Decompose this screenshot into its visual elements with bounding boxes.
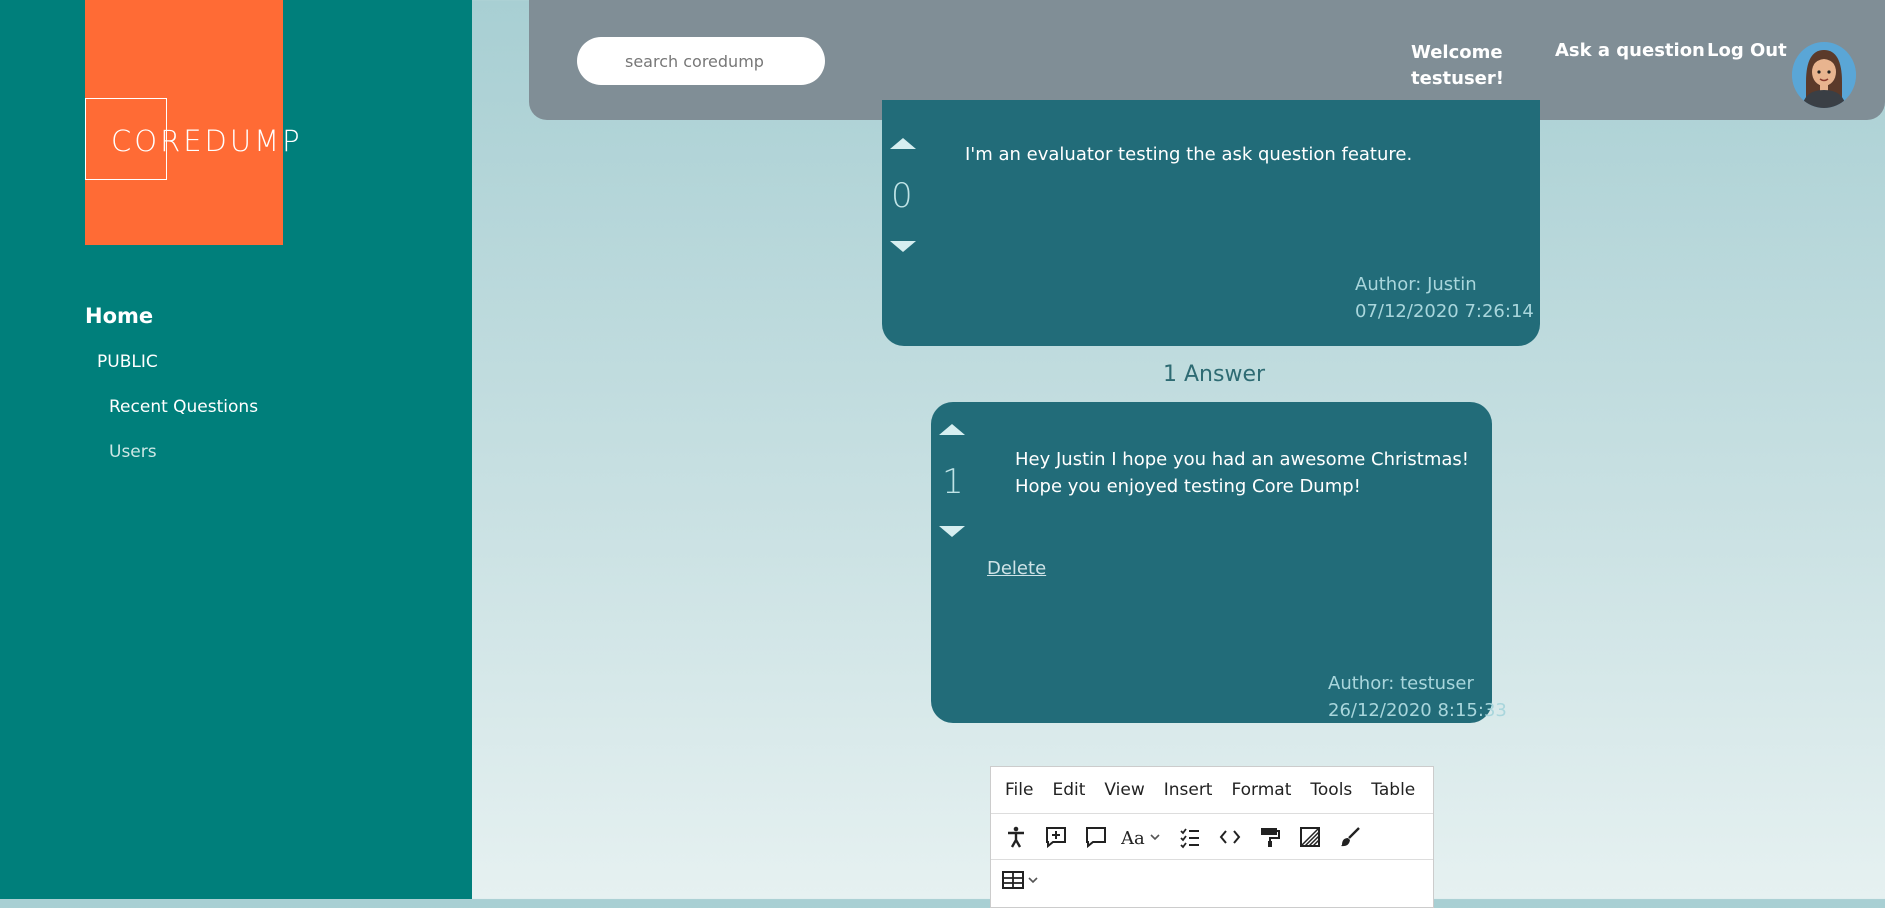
question-body: I'm an evaluator testing the ask questio… [965,144,1413,165]
welcome-line-1: Welcome [1411,42,1503,63]
svg-text:Aa: Aa [1121,828,1145,849]
menu-insert[interactable]: Insert [1164,780,1213,800]
editor-toolbar: Aa [991,814,1433,860]
ask-question-link[interactable]: Ask a question [1555,40,1705,61]
rich-text-editor[interactable]: File Edit View Insert Format Tools Table… [990,766,1434,908]
menu-edit[interactable]: Edit [1052,780,1085,800]
nav-users[interactable]: Users [109,442,157,462]
nav-recent-questions[interactable]: Recent Questions [109,397,258,417]
text-style-icon[interactable]: Aa [1121,822,1165,852]
add-comment-icon[interactable] [1041,822,1071,852]
menu-view[interactable]: View [1104,780,1144,800]
brush-icon[interactable] [1335,822,1365,852]
question-score: 0 [891,176,913,216]
menu-table[interactable]: Table [1371,780,1415,800]
menu-format[interactable]: Format [1231,780,1291,800]
menu-tools[interactable]: Tools [1310,780,1352,800]
log-out-link[interactable]: Log Out [1707,40,1787,61]
welcome-line-2: testuser! [1411,68,1504,89]
answer-author: Author: testuser [1328,673,1474,694]
upvote-icon[interactable] [890,138,916,149]
editor-toolbar-2 [991,860,1433,900]
delete-link[interactable]: Delete [987,558,1046,579]
question-card: 0 I'm an evaluator testing the ask quest… [882,100,1540,346]
downvote-icon[interactable] [890,241,916,252]
format-painter-icon[interactable] [1255,822,1285,852]
answer-meta: Author: testuser 26/12/2020 8:15:33 [1328,670,1507,724]
menu-file[interactable]: File [1005,780,1033,800]
avatar-icon [1792,43,1856,108]
welcome-message: Welcome testuser! [1411,40,1504,92]
upvote-icon[interactable] [939,424,965,435]
answers-count: 1 Answer [1163,362,1266,387]
answer-body-line-1: Hey Justin I hope you had an awesome Chr… [1015,449,1469,470]
logo-text: COREDUMP [111,124,303,158]
answer-score: 1 [942,462,964,502]
accessibility-icon[interactable] [1001,822,1031,852]
nav-home[interactable]: Home [85,304,153,328]
comment-icon[interactable] [1081,822,1111,852]
question-meta: Author: Justin 07/12/2020 7:26:14 [1355,271,1534,325]
downvote-icon[interactable] [939,526,965,537]
table-icon[interactable] [1001,865,1045,895]
search-input[interactable] [577,37,825,85]
answer-body: Hey Justin I hope you had an awesome Chr… [1015,446,1469,500]
question-author: Author: Justin [1355,274,1477,295]
avatar[interactable] [1792,42,1856,108]
answer-card: 1 Hey Justin I hope you had an awesome C… [931,402,1507,723]
checklist-icon[interactable] [1175,822,1205,852]
editor-menubar: File Edit View Insert Format Tools Table [991,767,1433,814]
code-icon[interactable] [1215,822,1245,852]
nav-public[interactable]: PUBLIC [97,352,158,372]
answer-date: 26/12/2020 8:15:33 [1328,700,1507,721]
answer-body-line-2: Hope you enjoyed testing Core Dump! [1015,476,1361,497]
question-date: 07/12/2020 7:26:14 [1355,301,1534,322]
gradient-icon[interactable] [1295,822,1325,852]
